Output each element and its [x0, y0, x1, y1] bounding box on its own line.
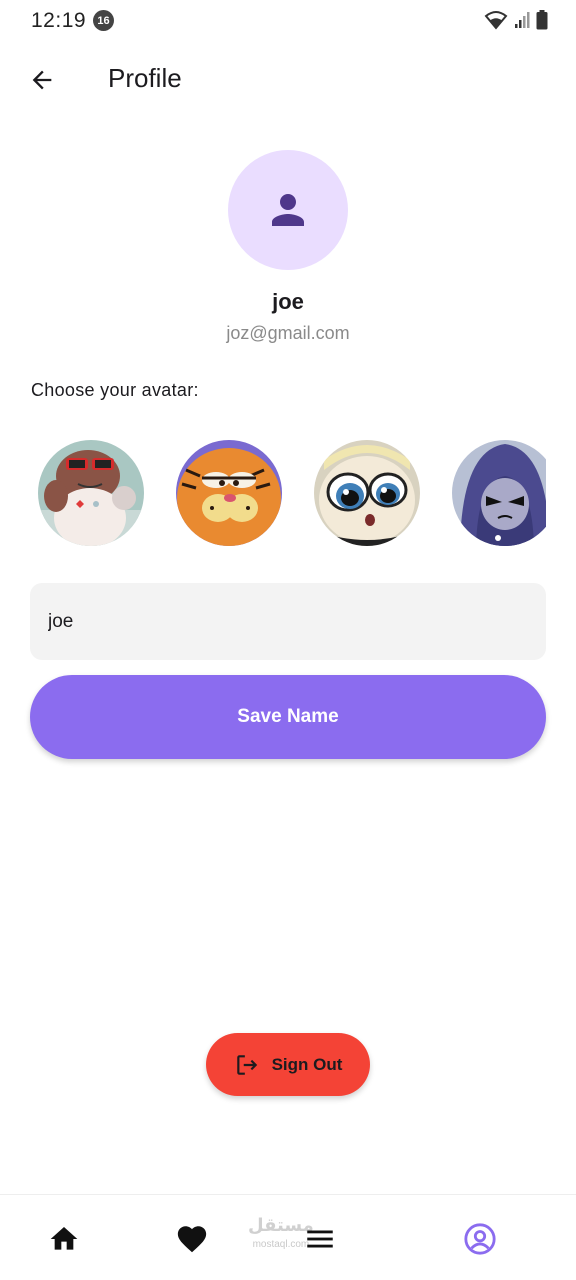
notification-badge: 16 — [93, 10, 114, 31]
heart-icon — [177, 1226, 207, 1253]
bear-avatar-image — [38, 440, 144, 546]
sign-out-label: Sign Out — [271, 1054, 343, 1074]
menu-icon — [307, 1230, 333, 1248]
choose-avatar-label: Choose your avatar: — [31, 380, 199, 400]
profile-name: joe — [272, 289, 304, 314]
back-button[interactable] — [22, 60, 62, 100]
account-circle-icon — [464, 1223, 496, 1255]
name-input[interactable] — [30, 583, 546, 660]
nav-profile[interactable] — [460, 1219, 500, 1259]
logout-icon — [236, 1054, 257, 1075]
signal-icon — [515, 12, 530, 28]
arrow-back-icon — [32, 70, 52, 90]
profile-email: joz@gmail.com — [226, 323, 350, 343]
raven-avatar-image — [452, 440, 546, 546]
nav-favorites[interactable] — [172, 1219, 212, 1259]
profile-avatar — [228, 150, 348, 270]
nav-menu[interactable] — [300, 1219, 340, 1259]
bottom-navigation: مستقل mostaql.com — [0, 1194, 576, 1280]
save-name-button[interactable]: Save Name — [30, 675, 546, 759]
app-bar: Profile — [0, 46, 576, 110]
person-icon — [272, 194, 304, 226]
home-icon — [50, 1227, 78, 1250]
avatar-option-garfield[interactable] — [176, 440, 282, 546]
battery-icon — [536, 10, 548, 30]
garfield-avatar-image — [176, 440, 282, 546]
avatar-option-raven[interactable] — [452, 440, 546, 546]
nav-home[interactable] — [44, 1219, 84, 1259]
sign-out-button[interactable]: Sign Out — [206, 1033, 370, 1096]
status-bar: 12:19 16 — [0, 0, 576, 44]
avatar-option-powerpuff[interactable] — [314, 440, 420, 546]
wifi-icon — [484, 11, 508, 30]
avatar-list[interactable] — [38, 440, 546, 548]
name-field[interactable] — [30, 583, 546, 660]
status-icons — [484, 10, 548, 30]
status-time: 12:19 — [31, 9, 87, 32]
page-title: Profile — [108, 63, 182, 93]
avatar-option-bear[interactable] — [38, 440, 144, 546]
powerpuff-avatar-image — [314, 440, 420, 546]
